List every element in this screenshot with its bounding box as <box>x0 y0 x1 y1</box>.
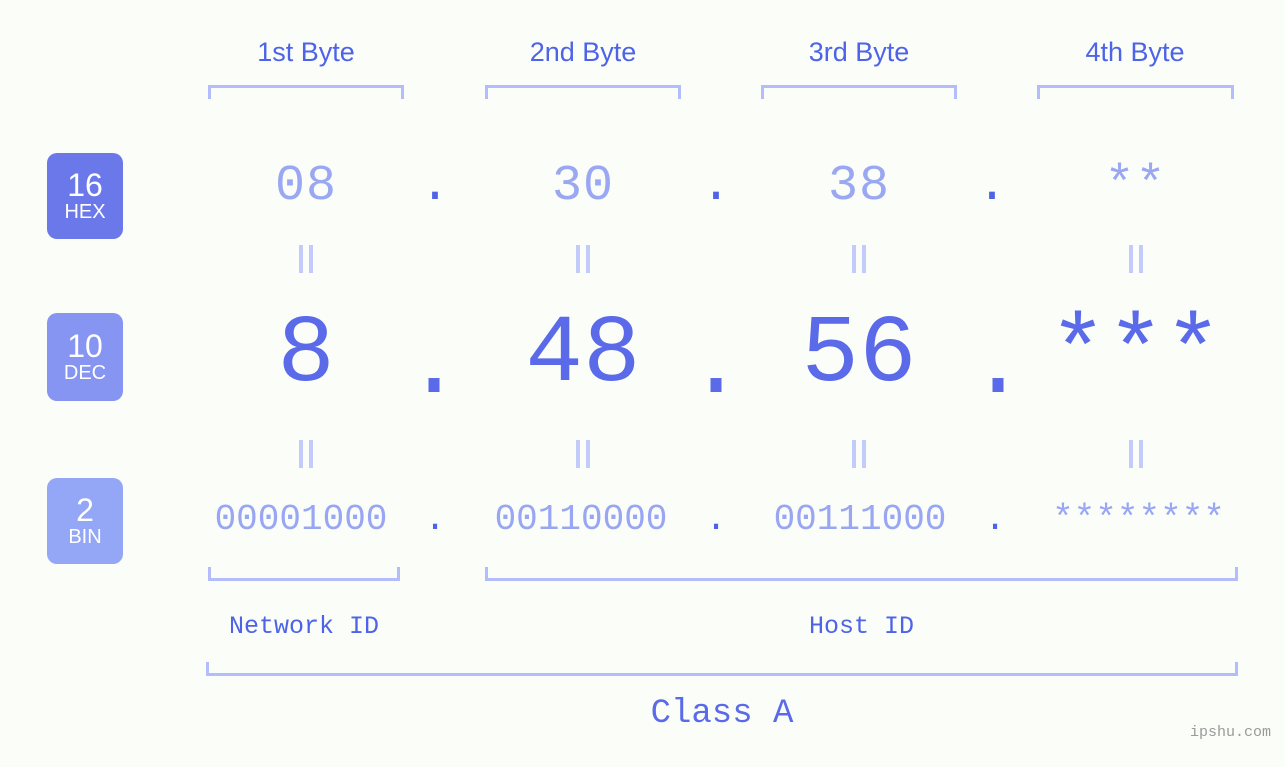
equals-icon-hex-dec-1 <box>291 243 321 274</box>
byte-bracket-4 <box>1037 85 1234 99</box>
bin-byte-value-3: 00111000 <box>773 499 947 540</box>
hex-separator-1: . <box>419 158 450 215</box>
equals-icon-dec-bin-1 <box>291 438 321 469</box>
byte-bracket-3 <box>761 85 957 99</box>
bin-byte-value-2: 00110000 <box>494 499 668 540</box>
network-id-label: Network ID <box>228 612 380 641</box>
hex-separator-3: . <box>976 158 1007 215</box>
hex-separator-2: . <box>700 158 731 215</box>
dec-byte-value-1: 8 <box>277 300 335 409</box>
byte-header-label-3: 3rd Byte <box>808 37 910 67</box>
byte-bracket-2 <box>485 85 681 99</box>
hex-byte-value-3: 38 <box>827 158 890 215</box>
radix-badge-bin-name: BIN <box>68 526 102 548</box>
equals-icon-dec-bin-2 <box>568 438 598 469</box>
radix-badge-bin-number: 2 <box>76 492 94 528</box>
dec-separator-3: . <box>969 312 1027 421</box>
byte-header-label-1: 1st Byte <box>257 37 355 67</box>
radix-badge-dec-number: 10 <box>67 328 103 364</box>
network-id-bracket <box>208 567 400 581</box>
dec-byte-value-3: 56 <box>801 300 917 409</box>
class-bracket <box>206 662 1238 676</box>
byte-header-label-4: 4th Byte <box>1085 37 1185 67</box>
host-id-bracket <box>485 567 1238 581</box>
radix-badge-dec: 10 DEC <box>47 313 123 401</box>
equals-icon-dec-bin-4 <box>1121 438 1151 469</box>
equals-icon-dec-bin-3 <box>844 438 874 469</box>
bin-byte-value-4: ******** <box>1052 499 1225 540</box>
dec-byte-value-4: *** <box>1049 300 1222 409</box>
bin-byte-value-1: 00001000 <box>214 499 388 540</box>
bin-separator-2: . <box>705 499 727 540</box>
radix-badge-dec-name: DEC <box>63 362 107 384</box>
hex-byte-value-2: 30 <box>551 158 614 215</box>
equals-icon-hex-dec-4 <box>1121 243 1151 274</box>
radix-badge-hex-name: HEX <box>64 201 106 223</box>
class-label: Class A <box>650 695 794 733</box>
bin-separator-3: . <box>984 499 1006 540</box>
dec-separator-2: . <box>687 312 745 421</box>
dec-byte-value-2: 48 <box>525 300 641 409</box>
radix-badge-hex: 16 HEX <box>47 153 123 239</box>
radix-badge-bin: 2 BIN <box>47 478 123 564</box>
watermark: ipshu.com <box>1189 724 1271 741</box>
radix-badge-hex-number: 16 <box>67 167 103 203</box>
byte-header-label-2: 2nd Byte <box>529 37 637 67</box>
hex-byte-value-4: ** <box>1104 158 1167 215</box>
hex-byte-value-1: 08 <box>274 158 337 215</box>
dec-separator-1: . <box>405 312 463 421</box>
ip-address-breakdown-diagram: 1st Byte 2nd Byte 3rd Byte 4th Byte 16 H… <box>0 0 1285 767</box>
byte-bracket-1 <box>208 85 404 99</box>
host-id-label: Host ID <box>808 612 915 641</box>
bin-separator-1: . <box>424 499 446 540</box>
equals-icon-hex-dec-2 <box>568 243 598 274</box>
equals-icon-hex-dec-3 <box>844 243 874 274</box>
